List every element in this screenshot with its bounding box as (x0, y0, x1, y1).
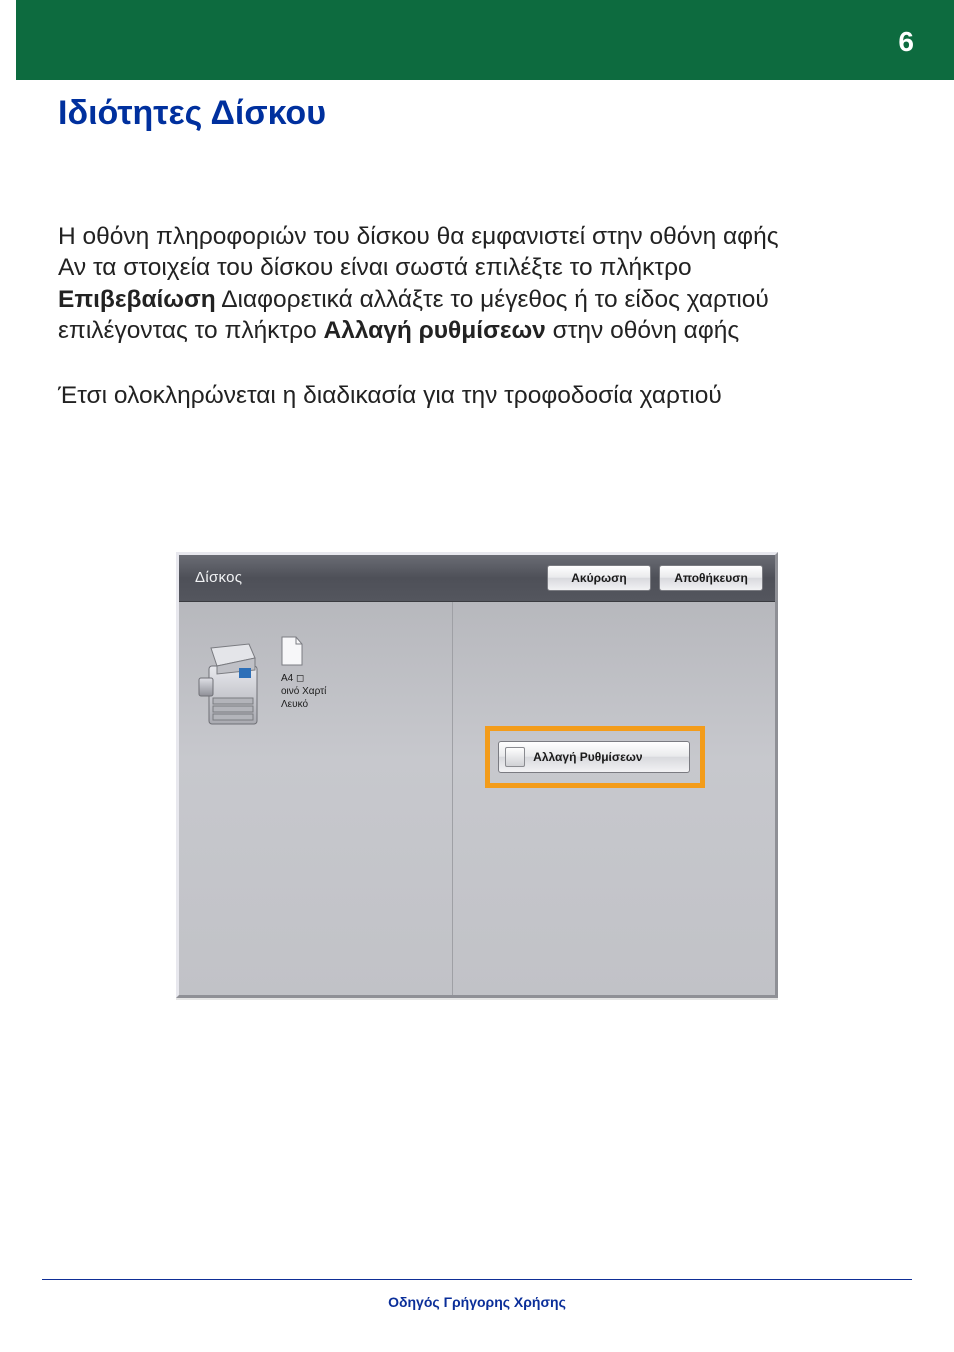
printer-info: A4 ◻ οινό Χαρτί Λευκό (193, 636, 326, 732)
paragraph-2: Έτσι ολοκληρώνεται η διαδικασία για την … (58, 380, 896, 411)
change-settings-label: Αλλαγή Ρυθμίσεων (533, 750, 642, 764)
paragraph-1: Η οθόνη πληροφοριών του δίσκου θα εμφανι… (58, 221, 896, 346)
paper-size: A4 (281, 673, 293, 684)
footer-text: Οδηγός Γρήγορης Χρήσης (0, 1294, 954, 1310)
p1-line4-pre: επιλέγοντας το πλήκτρο (58, 317, 324, 344)
header-left-gap (0, 0, 16, 80)
paper-color: Λευκό (281, 699, 308, 710)
p1-line4-post: στην οθόνη αφής (546, 317, 739, 344)
paper-info: A4 ◻ οινό Χαρτί Λευκό (281, 636, 326, 711)
panel-left: A4 ◻ οινό Χαρτί Λευκό (179, 602, 453, 995)
p1-line1: Η οθόνη πληροφοριών του δίσκου θα εμφανι… (58, 223, 779, 250)
change-settings-icon (505, 747, 525, 767)
p1-bold1: Επιβεβαίωση (58, 286, 216, 313)
highlight-box: Αλλαγή Ρυθμίσεων (485, 726, 705, 788)
panel-right: Αλλαγή Ρυθμίσεων (453, 602, 775, 995)
panel-body: A4 ◻ οινό Χαρτί Λευκό Αλλαγή Ρυθμίσεων (179, 602, 775, 995)
paper-text: A4 ◻ οινό Χαρτί Λευκό (281, 672, 326, 711)
footer-rule (42, 1279, 912, 1280)
paper-icon (281, 636, 303, 666)
page-content: Ιδιότητες Δίσκου Η οθόνη πληροφοριών του… (0, 80, 954, 998)
panel-title: Δίσκος (195, 569, 242, 586)
change-settings-button[interactable]: Αλλαγή Ρυθμίσεων (498, 741, 690, 773)
save-button[interactable]: Αποθήκευση (659, 565, 763, 591)
panel-title-buttons: Ακύρωση Αποθήκευση (547, 565, 763, 591)
page-title: Ιδιότητες Δίσκου (58, 94, 896, 133)
tray-properties-panel: Δίσκος Ακύρωση Αποθήκευση (176, 552, 778, 998)
page-number: 6 (898, 26, 914, 58)
p1-line3: Διαφορετικά αλλάξτε το μέγεθος ή το είδο… (216, 286, 769, 313)
cancel-button[interactable]: Ακύρωση (547, 565, 651, 591)
printer-icon (193, 636, 271, 732)
paper-type: οινό Χαρτί (281, 686, 326, 697)
p1-line2: Αν τα στοιχεία του δίσκου είναι σωστά επ… (58, 254, 692, 281)
p1-bold2: Αλλαγή ρυθμίσεων (324, 317, 546, 344)
panel-titlebar: Δίσκος Ακύρωση Αποθήκευση (179, 555, 775, 602)
header-bar: 6 (0, 0, 954, 80)
